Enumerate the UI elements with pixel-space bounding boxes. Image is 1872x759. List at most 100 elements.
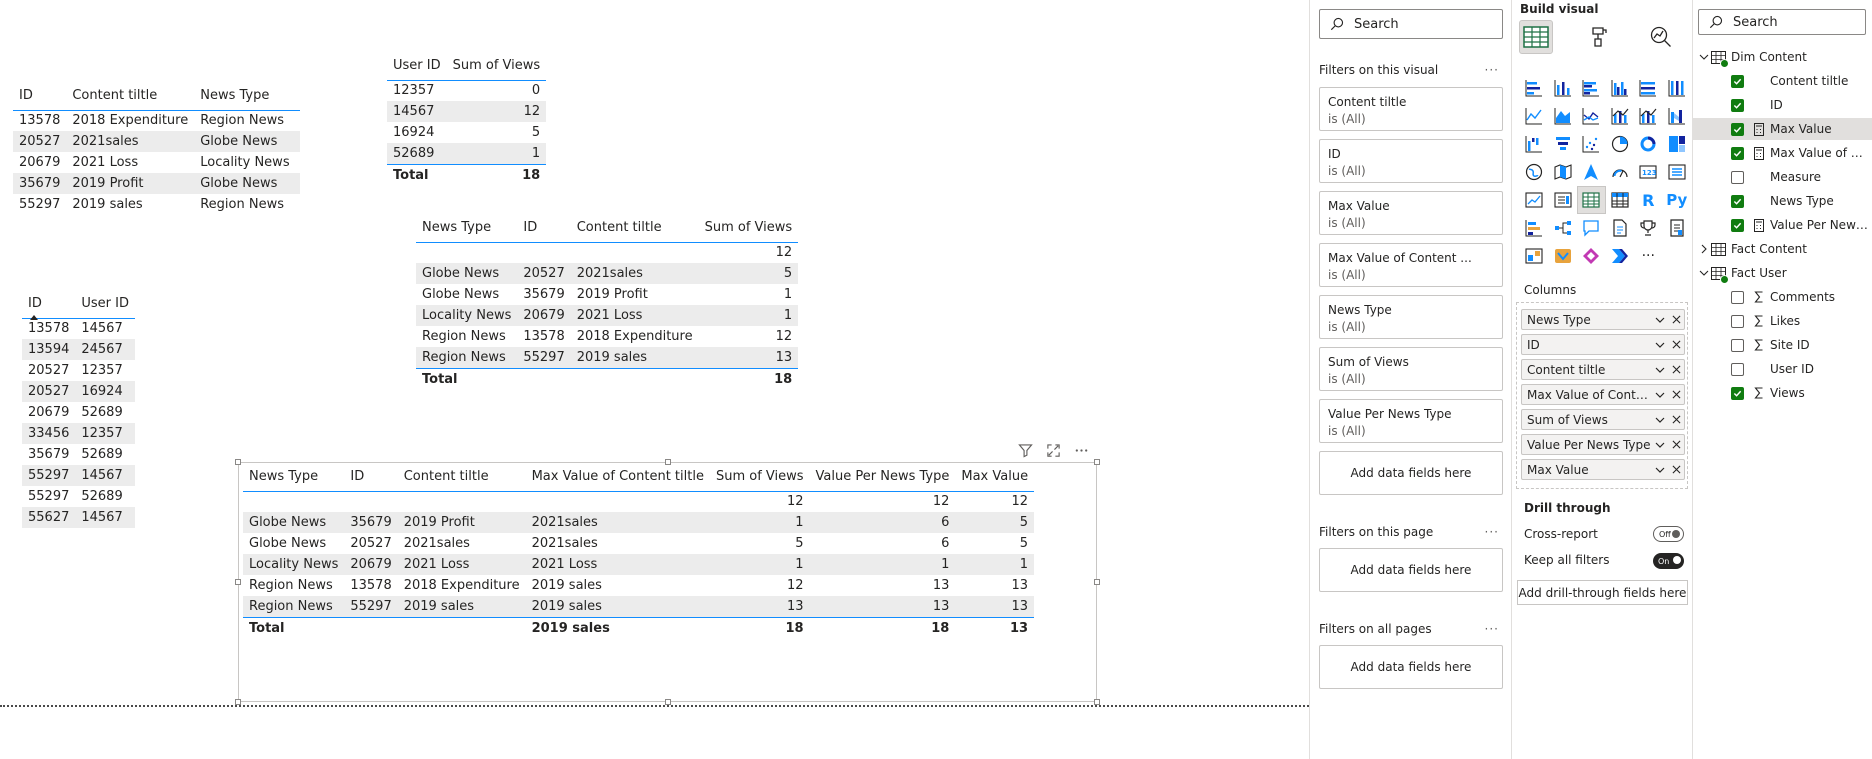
chevron-down-icon[interactable] <box>1652 440 1668 450</box>
chevron-visual-icon[interactable] <box>1606 242 1635 270</box>
waterfall-chart-icon[interactable] <box>1520 130 1549 158</box>
line-chart-icon[interactable] <box>1520 102 1549 130</box>
key-influencers-icon[interactable] <box>1520 214 1549 242</box>
table-row[interactable]: Region News 13578 2018 Expenditure 12 <box>416 326 798 347</box>
column-header[interactable]: ID <box>517 214 571 243</box>
field-node[interactable]: ID <box>1693 94 1872 116</box>
user-views-table-visual[interactable]: User ID Sum of Views 12357 0 14567 12 16924 5… <box>387 52 547 187</box>
field-node[interactable]: Value Per News T... <box>1693 214 1872 236</box>
resize-handle[interactable] <box>235 459 241 465</box>
field-node[interactable]: News Type <box>1693 190 1872 212</box>
table-row[interactable]: 35679 52689 <box>22 444 135 465</box>
column-header[interactable]: Content tiltle <box>66 82 195 111</box>
filter-card[interactable]: Max Value is (All) <box>1319 191 1503 235</box>
clustered-column-chart-icon[interactable] <box>1606 74 1635 102</box>
keep-all-filters-toggle[interactable]: On <box>1653 553 1684 569</box>
column-field-pill[interactable]: News Type <box>1521 309 1685 330</box>
smart-narrative-icon[interactable] <box>1663 214 1692 242</box>
field-node[interactable]: Content tiltle <box>1693 70 1872 92</box>
column-header[interactable]: User ID <box>387 52 447 81</box>
resize-handle[interactable] <box>235 579 241 585</box>
table-row[interactable]: 12357 0 <box>387 80 546 101</box>
news-views-table-visual[interactable]: News Type ID Content tiltle Sum of Views… <box>416 214 799 391</box>
table-row[interactable]: 55297 2019 sales Region News <box>13 194 300 215</box>
chevron-down-icon[interactable] <box>1652 465 1668 475</box>
field-node[interactable]: Max Value <box>1693 118 1872 140</box>
stacked-column-chart-icon[interactable] <box>1549 74 1578 102</box>
ribbon-chart-icon[interactable] <box>1663 102 1692 130</box>
field-checkbox[interactable] <box>1731 170 1744 184</box>
filter-card[interactable]: Sum of Views is (All) <box>1319 347 1503 391</box>
filter-card[interactable]: Value Per News Type is (All) <box>1319 399 1503 443</box>
more-options-icon[interactable]: ··· <box>1485 525 1499 539</box>
power-automate-icon[interactable] <box>1549 242 1578 270</box>
remove-field-icon[interactable] <box>1668 365 1684 374</box>
add-drill-through-drop[interactable]: Add drill-through fields here <box>1517 580 1688 605</box>
field-checkbox[interactable] <box>1731 98 1744 112</box>
column-field-pill[interactable]: Content tiltle <box>1521 359 1685 380</box>
column-header[interactable]: Content tiltle <box>570 214 699 243</box>
clustered-bar-chart-icon[interactable] <box>1577 74 1606 102</box>
selected-table-visual[interactable]: News Type ID Content tiltle Max Value of… <box>243 463 1035 640</box>
r-script-visual-icon[interactable]: R <box>1634 186 1663 214</box>
table-row[interactable]: 13594 24567 <box>22 339 135 360</box>
remove-field-icon[interactable] <box>1668 465 1684 474</box>
chevron-down-icon[interactable] <box>1652 415 1668 425</box>
field-node[interactable]: Site ID <box>1693 334 1872 356</box>
field-node[interactable]: Comments <box>1693 286 1872 308</box>
table-row[interactable]: 14567 12 <box>387 101 547 122</box>
chevron-down-icon[interactable] <box>1699 268 1711 278</box>
add-report-filter-drop[interactable]: Add data fields here <box>1319 645 1503 689</box>
table-node[interactable]: Dim Content <box>1693 46 1872 68</box>
table-row[interactable]: 12 12 12 <box>243 491 1034 512</box>
line-clustered-column-icon[interactable] <box>1606 102 1635 130</box>
resize-handle[interactable] <box>1094 579 1100 585</box>
column-field-pill[interactable]: ID <box>1521 334 1685 355</box>
add-page-filter-drop[interactable]: Add data fields here <box>1319 548 1503 592</box>
power-apps-icon[interactable] <box>1520 242 1549 270</box>
analytics-tab[interactable] <box>1644 20 1678 54</box>
table-row[interactable]: 13578 14567 <box>22 318 135 339</box>
remove-field-icon[interactable] <box>1668 315 1684 324</box>
chevron-down-icon[interactable] <box>1652 315 1668 325</box>
table-row[interactable]: Region News 13578 2018 Expenditure 2019 sal… <box>243 575 1034 596</box>
table-row[interactable]: 20679 52689 <box>22 402 135 423</box>
table-row[interactable]: 55297 52689 <box>22 486 135 507</box>
more-visuals-icon[interactable]: ··· <box>1634 242 1663 270</box>
paginated-report-icon[interactable] <box>1606 214 1635 242</box>
column-field-pill[interactable]: Max Value <box>1521 459 1685 480</box>
chevron-down-icon[interactable] <box>1652 365 1668 375</box>
table-row[interactable]: 20527 12357 <box>22 360 135 381</box>
gauge-icon[interactable] <box>1606 158 1635 186</box>
column-field-pill[interactable]: Sum of Views <box>1521 409 1685 430</box>
filter-card[interactable]: News Type is (All) <box>1319 295 1503 339</box>
table-row[interactable]: 13578 2018 Expenditure Region News <box>13 110 300 131</box>
table-row[interactable]: Locality News 20679 2021 Loss 1 <box>416 305 799 326</box>
chevron-down-icon[interactable] <box>1699 52 1711 62</box>
remove-field-icon[interactable] <box>1668 415 1684 424</box>
filter-card[interactable]: Content tiltle is (All) <box>1319 87 1503 131</box>
table-row[interactable]: 55627 14567 <box>22 507 135 528</box>
table-row[interactable]: Region News 55297 2019 sales 2019 sales 13 13… <box>243 596 1035 617</box>
line-stacked-column-icon[interactable] <box>1634 102 1663 130</box>
column-header[interactable]: News Type <box>194 82 301 111</box>
more-options-icon[interactable]: ··· <box>1485 63 1499 77</box>
kpi-icon[interactable] <box>1520 186 1549 214</box>
content-table-visual[interactable]: ID Content tiltle News Type 13578 2018 Ex… <box>13 82 301 215</box>
table-row[interactable]: 35679 2019 Profit Globe News <box>13 173 301 194</box>
field-checkbox[interactable] <box>1731 146 1744 160</box>
table-icon[interactable] <box>1577 186 1606 214</box>
column-header[interactable]: ID <box>13 82 67 111</box>
chevron-down-icon[interactable] <box>1652 390 1668 400</box>
table-node[interactable]: Fact Content <box>1693 238 1872 260</box>
field-node[interactable]: Measure <box>1693 166 1872 188</box>
report-canvas[interactable]: ID Content tiltle News Type 13578 2018 Ex… <box>0 0 1309 759</box>
filled-map-icon[interactable] <box>1549 158 1578 186</box>
matrix-icon[interactable] <box>1606 186 1635 214</box>
python-visual-icon[interactable]: Py <box>1663 186 1692 214</box>
remove-field-icon[interactable] <box>1668 340 1684 349</box>
table-row[interactable]: 20679 2021 Loss Locality News <box>13 152 300 173</box>
field-checkbox[interactable] <box>1731 290 1744 304</box>
columns-field-well[interactable]: News Type ID Content tiltle Max Value of Co… <box>1516 302 1688 489</box>
100-stacked-bar-chart-icon[interactable] <box>1634 74 1663 102</box>
